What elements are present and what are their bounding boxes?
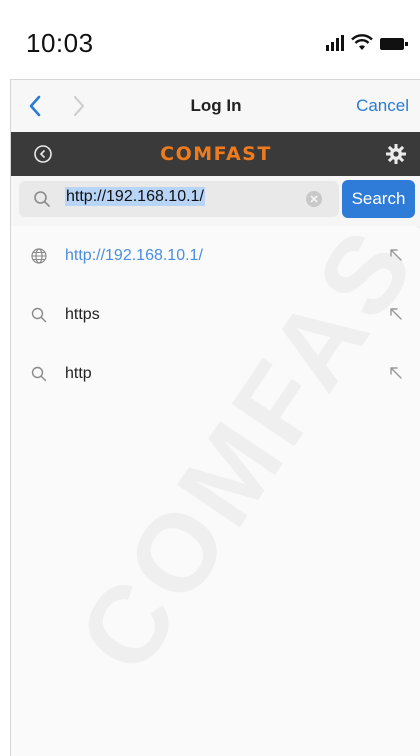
search-input-value: http://192.168.10.1/ (65, 187, 205, 206)
brand-bar: COMFAST (11, 132, 420, 176)
cancel-button[interactable]: Cancel (356, 96, 409, 116)
search-icon (31, 307, 47, 323)
clear-icon[interactable] (306, 191, 322, 207)
suggestion-text: http://192.168.10.1/ (65, 247, 203, 264)
suggestion-item[interactable]: https (11, 285, 420, 344)
search-icon (31, 366, 47, 382)
gear-icon[interactable] (385, 143, 407, 165)
suggestion-item[interactable]: http (11, 344, 420, 403)
cellular-signal-icon (326, 35, 344, 51)
nav-bar: Log In Cancel (11, 80, 420, 132)
status-time: 10:03 (26, 28, 94, 58)
search-button[interactable]: Search (342, 180, 415, 218)
suggestion-text: http (65, 365, 92, 382)
search-icon (34, 191, 50, 207)
battery-icon (380, 38, 408, 50)
comfast-logo: COMFAST (160, 143, 272, 165)
status-bar: 10:03 (0, 0, 420, 80)
globe-icon (31, 248, 47, 264)
fill-arrow-icon[interactable] (389, 366, 403, 380)
search-input[interactable]: http://192.168.10.1/ (65, 187, 205, 210)
wifi-icon (351, 34, 373, 50)
fill-arrow-icon[interactable] (389, 307, 403, 321)
search-field[interactable]: http://192.168.10.1/ (19, 181, 339, 217)
suggestion-text: https (65, 306, 100, 323)
suggestion-item[interactable]: http://192.168.10.1/ (11, 226, 420, 285)
suggestion-list: http://192.168.10.1/ https http (11, 226, 420, 403)
fill-arrow-icon[interactable] (389, 248, 403, 262)
browser-sheet: COMFAST Log In Cancel COMFAST (10, 79, 420, 756)
status-icons (326, 31, 408, 51)
search-row: http://192.168.10.1/ Search (11, 176, 420, 226)
